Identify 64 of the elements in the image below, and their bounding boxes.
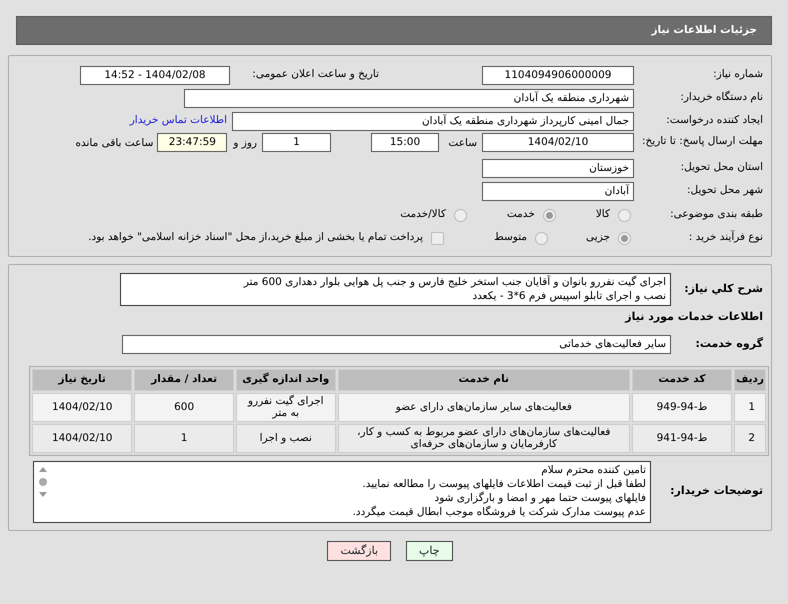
notes-textarea[interactable]: تامین کننده محترم سلام لطفا قبل از ثبت قیمت اطلاعات فایلهای پیوست را مطالعه نمایید. فایلهای پیوست حتما مهر و امضا و بارگزاری شود عدم پیوست مدارک شرکت یا فروشگاه موجب ابطال قیمت میگردد. [33, 460, 651, 522]
table-cell: 1404/02/10 [32, 392, 132, 422]
table-cell: اجرای گیت نفررو به متر [236, 392, 336, 422]
column-header: واحد اندازه گیری [236, 368, 336, 390]
table-cell: ط-94-941 [632, 424, 732, 452]
field-label: شهر محل تحویل: [686, 183, 764, 198]
page-title: جزئیات اطلاعات نیاز [16, 16, 772, 45]
description-textarea[interactable]: اجرای گیت نفررو بانوان و آقایان جنب استخر خلیج فارس و جنب پل هوایی بلوار دهداری 600 متر نصب و اجرای تابلو اسپیس فرم 6*3 - یکعدد [120, 273, 671, 306]
column-header: کد خدمت [632, 368, 732, 390]
table-cell: ط-94-949 [632, 392, 732, 422]
radio-button[interactable] [618, 232, 631, 244]
remaining-time-field: 23:47:59 [157, 133, 228, 152]
payment-option-label: پرداخت تمام یا بخشی از مبلغ خرید،از محل "اسناد خزانه اسلامی" خواهد بود. [88, 230, 424, 246]
field-label: روز و [233, 136, 257, 151]
field-label: نام دستگاه خریدار: [679, 90, 764, 106]
field-label: ساعت باقی مانده [75, 136, 154, 151]
table-cell: 2 [734, 424, 766, 452]
checkbox[interactable] [431, 232, 444, 244]
section-title: اطلاعات خدمات مورد نياز [624, 309, 764, 325]
creator-field[interactable]: جمال امینی کارپرداز شهرداری منطقه یک آبادان [232, 112, 634, 130]
field-label: طبقه بندی موضوعی: [669, 207, 764, 222]
print-button[interactable]: چاپ [406, 540, 453, 560]
buyer-name-field[interactable]: شهرداری منطقه یک آبادان [184, 88, 634, 108]
column-header: تعداد / مقدار [134, 368, 234, 390]
table-cell: 600 [134, 392, 234, 422]
scrollbar-drawing [38, 466, 48, 496]
announce-date-field[interactable]: 1404/02/08 - 14:52 [80, 66, 230, 84]
column-header: نام خدمت [338, 368, 630, 390]
option-label: خدمت [506, 207, 535, 222]
radio-button[interactable] [542, 208, 556, 222]
option-label: متوسط [494, 230, 528, 246]
days-field[interactable]: 1 [262, 133, 331, 152]
table-cell: نصب و اجرا [236, 424, 336, 452]
service-group-field[interactable]: سایر فعالیت‌های خدماتی [122, 335, 671, 354]
table-cell: 1 [734, 392, 766, 422]
option-label: جزیی [586, 230, 610, 246]
province-field[interactable]: خوزستان [482, 158, 634, 178]
table-cell: فعالیت‌های سازمان‌های دارای عضو مربوط به کسب و کار، کارفرمایان و سازمان‌های حرفه‌ای [338, 424, 630, 452]
need-number-field[interactable]: 1104094906000009 [482, 66, 634, 84]
city-field[interactable]: آبادان [482, 182, 634, 200]
option-label: کالا [596, 207, 610, 222]
field-label: مهلت ارسال پاسخ: تا تاریخ: [640, 134, 764, 148]
field-label: ساعت [447, 136, 477, 151]
option-label: کالا/خدمت [400, 207, 446, 222]
deadline-time-field[interactable]: 15:00 [371, 133, 439, 152]
column-header: ردیف [734, 368, 766, 390]
table-cell: فعالیت‌های سایر سازمان‌های دارای عضو [338, 392, 630, 422]
deadline-date-field[interactable]: 1404/02/10 [482, 133, 634, 152]
field-label: شماره نیاز: [712, 67, 764, 82]
table-cell: 1404/02/10 [32, 424, 132, 452]
column-header: تاریخ نیاز [32, 368, 132, 390]
radio-button[interactable] [454, 208, 467, 222]
field-label: توضیحات خریدار: [669, 483, 764, 500]
back-button[interactable]: بازگشت [327, 540, 392, 560]
field-label: شرح کلي نياز: [683, 281, 764, 297]
field-label: نوع فرآیند خرید : [688, 230, 764, 246]
contact-link[interactable]: اطلاعات تماس خریدار [130, 113, 227, 129]
radio-button[interactable] [535, 232, 548, 244]
table-cell: 1 [134, 424, 234, 452]
radio-button[interactable] [618, 208, 631, 222]
field-label: گروه خدمت: [694, 336, 764, 352]
field-label: تاریخ و ساعت اعلان عمومی: [251, 67, 379, 82]
field-label: ایجاد کننده درخواست: [665, 113, 764, 128]
field-label: استان محل تحویل: [680, 160, 764, 176]
